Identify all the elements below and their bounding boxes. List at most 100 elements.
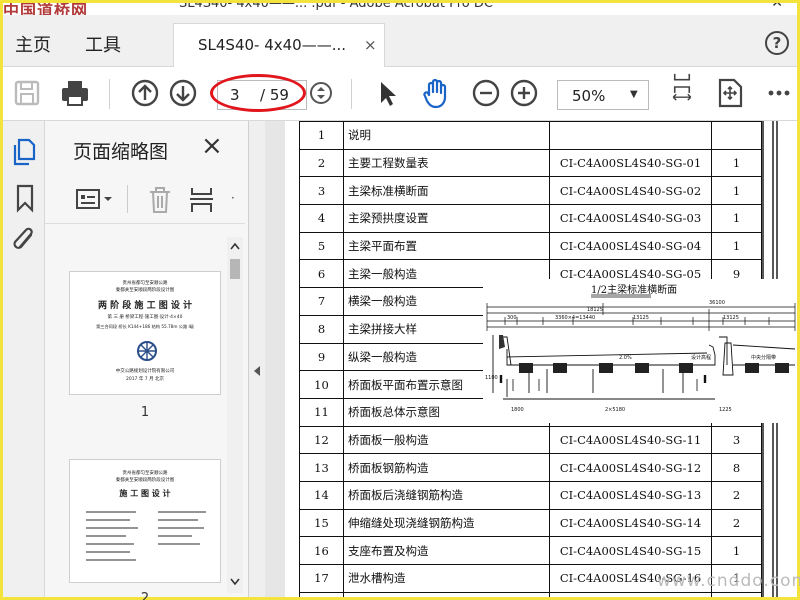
- page-down-icon[interactable]: [167, 77, 199, 109]
- thumb-line: 贵州省都匀至安顺公路: [122, 471, 168, 476]
- sheet-count-cell: [711, 121, 762, 150]
- row-number-cell: 7: [299, 287, 344, 316]
- thumb-title: 施 工 图 设 计: [119, 489, 171, 498]
- dim-label: 中央分隔带: [751, 354, 776, 361]
- drawing-code-cell: CI-C4A00SL4S40-SG-02: [549, 176, 712, 206]
- dim-label: 13125: [633, 315, 649, 321]
- scroll-mode-icon[interactable]: [667, 71, 697, 103]
- thumbnails-panel-title: 页面缩略图: [73, 141, 169, 163]
- thumbnail-options-icon[interactable]: [75, 187, 115, 211]
- drawing-code-cell: CI-C4A00SL4S40-SG-12: [549, 453, 712, 482]
- collapse-left-icon: [254, 366, 260, 376]
- hand-tool-icon[interactable]: [421, 77, 451, 109]
- pages-icon[interactable]: [12, 137, 38, 167]
- panel-close-icon[interactable]: ×: [201, 131, 223, 161]
- sheet-count-cell: 8: [711, 453, 762, 482]
- dim-label: 300: [507, 315, 517, 321]
- insert-page-icon[interactable]: [189, 185, 215, 215]
- sheet-count-cell: 2: [711, 480, 762, 510]
- page-thumbnail-1[interactable]: 贵州省都匀至安顺公路 秦都关至安顺段两阶段设计图 两 阶 段 施 工 图 设 计…: [69, 271, 221, 395]
- sheet-count-cell: 1: [711, 176, 762, 206]
- page-spinner-icon[interactable]: [309, 77, 333, 109]
- bookmark-icon[interactable]: [14, 183, 36, 213]
- thumbnail-page-label: 1: [140, 405, 150, 420]
- thumbnail-page-label: 2: [140, 591, 150, 600]
- dim-label: 设计高程: [691, 354, 711, 361]
- zoom-out-icon[interactable]: [471, 77, 501, 109]
- sheet-count-cell: 1: [711, 231, 762, 261]
- tab-home[interactable]: 主页: [15, 31, 51, 57]
- row-number-cell: 11: [299, 397, 344, 427]
- thumb-line: 第三合同段 桥长 K144+186 结构 55.78m 公路 I级: [96, 324, 194, 329]
- dim-label: 18125: [587, 307, 603, 313]
- window-title: SL4S40- 4x40——... .pdf - Adobe Acrobat P…: [179, 3, 493, 11]
- thumb-line: 2017 年 7 月 北京: [125, 377, 165, 382]
- attachment-icon[interactable]: [11, 225, 39, 257]
- help-icon[interactable]: ?: [765, 31, 789, 55]
- drawing-name-cell: 桥面板一般构造: [343, 425, 550, 455]
- table-row: 18防撞护栏一般构造CI-C4A00SL4S40-SG-172: [299, 591, 762, 597]
- drawing-name-cell: 说明: [343, 121, 550, 150]
- row-number-cell: 14: [299, 480, 344, 510]
- chevron-down-icon: ▼: [630, 89, 638, 100]
- row-number-cell: 5: [299, 231, 344, 261]
- more-icon[interactable]: [767, 77, 791, 109]
- watermark-url: www.cnddo.com: [657, 571, 800, 591]
- table-row: 4 主梁预拱度设置 CI-C4A00SL4S40-SG-03 1: [299, 204, 762, 233]
- drawing-code-cell: CI-C4A00SL4S40-SG-14: [549, 508, 712, 538]
- cross-section-svg: 1/2主梁标准横断面 36100 18125 300 3360×4=13440 …: [485, 283, 796, 413]
- drawing-name-cell: 主要工程数量表: [343, 148, 550, 178]
- sheet-count-cell: 1: [711, 204, 762, 233]
- dim-label: 36100: [709, 300, 725, 306]
- toolbar: 3 / 59 50% ▼: [3, 67, 797, 121]
- window-close-icon[interactable]: ✕: [771, 3, 783, 11]
- drawing-title: 1/2主梁标准横断面: [591, 283, 677, 296]
- page-thumbnail-2[interactable]: 贵州省都匀至安顺公路 秦都关至安顺段两阶段设计图 施 工 图 设 计: [69, 459, 221, 583]
- thumbnails-panel: 页面缩略图 × · 贵州省都匀至安顺公路 秦都关至安顺段两阶段设计图 两 阶 段…: [45, 121, 249, 600]
- thumbnail-toolbar-overflow: ·: [231, 191, 235, 205]
- select-arrow-icon[interactable]: [375, 77, 399, 109]
- row-number-cell: 10: [299, 370, 344, 399]
- zoom-select[interactable]: 50% ▼: [557, 80, 649, 110]
- row-number-cell: 4: [299, 204, 344, 233]
- table-row: 3 主梁标准横断面 CI-C4A00SL4S40-SG-02 1: [299, 176, 762, 206]
- highlight-oval: [210, 74, 306, 112]
- table-row: 13 桥面板钢筋构造 CI-C4A00SL4S40-SG-12 8: [299, 453, 762, 482]
- sheet-count-cell: 1: [711, 536, 762, 565]
- drawing-name-cell: 主梁预拱度设置: [343, 204, 550, 233]
- dim-label: 2×5180: [605, 407, 625, 413]
- drawing-name-cell: 支座布置及构造: [343, 536, 550, 565]
- panel-divider: [45, 223, 245, 224]
- table-row: 2 主要工程数量表 CI-C4A00SL4S40-SG-01 1: [299, 148, 762, 178]
- document-tab-close-icon[interactable]: ×: [364, 36, 377, 54]
- trash-icon[interactable]: [147, 185, 173, 215]
- table-row: 12 桥面板一般构造 CI-C4A00SL4S40-SG-11 3: [299, 425, 762, 455]
- thumb-title: 两 阶 段 施 工 图 设 计: [98, 301, 192, 311]
- row-number-cell: 1: [299, 121, 344, 150]
- drawing-code-cell: CI-C4A00SL4S40-SG-15: [549, 536, 712, 565]
- print-icon[interactable]: [59, 77, 91, 109]
- drawing-name-cell: 桥面板钢筋构造: [343, 453, 550, 482]
- drawing-name-cell: 泄水槽构造: [343, 564, 550, 593]
- company-logo: [137, 341, 157, 361]
- zoom-in-icon[interactable]: [509, 77, 539, 109]
- drawing-name-cell: 桥面板后浇缝钢筋构造: [343, 480, 550, 510]
- document-viewer[interactable]: 1 说明 2 主要工程数量表 CI-C4A00SL4S40-SG-01 1 3 主梁标准横断面…: [265, 121, 797, 597]
- thumbnail-scrollbar[interactable]: [227, 237, 243, 593]
- table-row: 1 说明: [299, 121, 762, 150]
- watermark-logo: 中国道桥网: [3, 3, 89, 15]
- row-number-cell: 18: [299, 591, 344, 597]
- drawing-code-cell: CI-C4A00SL4S40-SG-17: [549, 591, 712, 597]
- document-tab-label: SL4S40- 4x40——...: [198, 36, 347, 54]
- thumb-content-lines: [86, 511, 206, 561]
- save-icon[interactable]: [13, 77, 41, 109]
- page-up-icon[interactable]: [129, 77, 161, 109]
- thumb-line: 第 三 册 桥梁工程·施工图·设计·4×40: [107, 315, 183, 320]
- tab-document[interactable]: SL4S40- 4x40——... ×: [173, 23, 385, 67]
- panel-collapse-handle[interactable]: [249, 121, 265, 597]
- row-number-cell: 17: [299, 564, 344, 593]
- row-number-cell: 13: [299, 453, 344, 482]
- dim-label: 1100: [485, 375, 498, 381]
- fit-page-icon[interactable]: [715, 77, 745, 109]
- tab-tools[interactable]: 工具: [85, 31, 121, 57]
